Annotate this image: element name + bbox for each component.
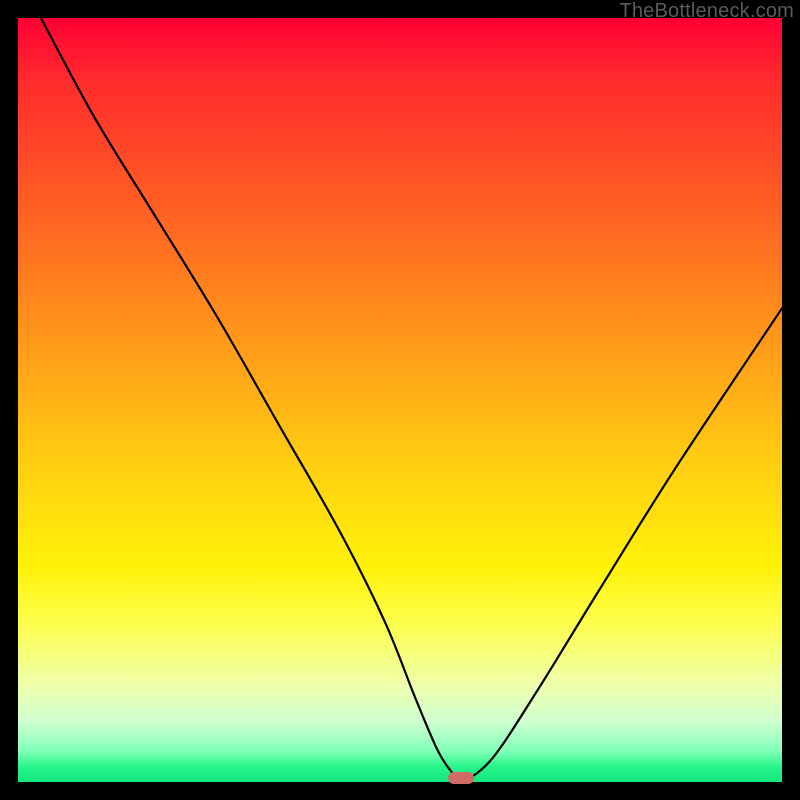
chart-container: { "watermark": "TheBottleneck.com", "cha… <box>0 0 800 800</box>
plot-area <box>18 18 782 782</box>
watermark-text: TheBottleneck.com <box>619 0 794 23</box>
bottleneck-curve <box>18 18 782 782</box>
selection-marker <box>448 772 474 784</box>
